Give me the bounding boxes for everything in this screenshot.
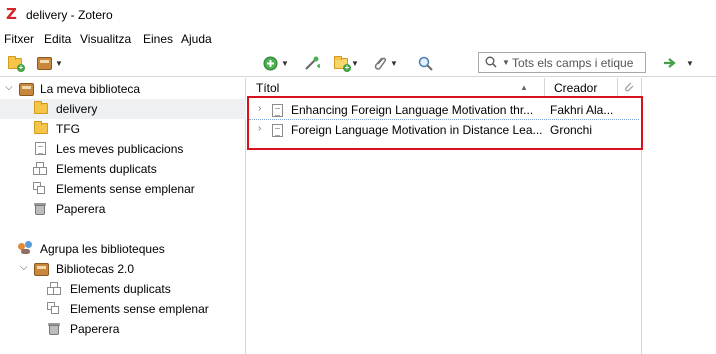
menu-bar: Fitxer Edita Visualitza Eines Ajuda [0,30,716,49]
add-attachment-button[interactable]: ▼ [373,54,398,72]
tree-item-label: Elements duplicats [70,282,171,296]
magnifier-icon [418,56,433,71]
tree-item-label: Paperera [70,322,120,336]
group-icon [18,241,32,254]
chevron-down-icon[interactable]: ⌵ [5,82,15,93]
column-header-creator[interactable]: Creador [546,78,618,98]
chevron-down-icon[interactable]: ⌵ [20,262,30,273]
tree-item-trash[interactable]: Paperera [0,199,246,219]
new-item-icon [263,56,278,70]
sort-ascending-icon: ▲ [520,83,528,92]
folder-icon [34,101,48,115]
unfiled-icon [47,302,61,314]
search-input[interactable] [512,55,642,71]
new-library-button[interactable]: ▼ [37,54,63,72]
tree-item-my-library[interactable]: ⌵ La meva biblioteca [0,79,246,99]
tree-item-label: Paperera [56,202,106,216]
advanced-search-button[interactable] [418,54,433,72]
chevron-down-icon: ▼ [281,58,289,68]
tree-item-duplicates[interactable]: Elements duplicats [0,159,246,179]
tree-item-label: Elements duplicats [56,162,157,176]
menu-tools[interactable]: Eines [143,32,173,46]
tree-item-group-trash[interactable]: Paperera [0,319,246,339]
locate-button[interactable]: ▼ [663,54,694,72]
menu-file[interactable]: Fitxer [4,32,34,46]
window-title: delivery - Zotero [26,8,113,22]
highlight-box [247,96,643,150]
new-item-button[interactable]: ▼ [263,54,289,72]
chevron-down-icon: ▼ [55,58,63,68]
new-collection-icon: + [8,55,25,72]
tree-item-group-duplicates[interactable]: Elements duplicats [0,279,246,299]
new-note-icon: + [334,55,351,72]
new-library-icon [37,56,52,70]
search-box: ▼ [478,52,646,73]
add-by-identifier-button[interactable] [304,54,320,72]
tree-item-group-libraries[interactable]: Agrupa les biblioteques [0,239,246,259]
tree-item-label: Bibliotecas 2.0 [56,262,135,276]
folder-icon [34,121,48,135]
duplicate-icon [33,162,47,175]
paperclip-icon [625,82,634,92]
chevron-down-icon: ▼ [390,58,398,68]
chevron-down-icon: ▼ [686,58,694,68]
magic-wand-icon [305,56,320,70]
tree-item-label: Les meves publicacions [56,142,184,156]
search-mode-dropdown-icon[interactable]: ▼ [502,58,510,67]
search-icon [485,56,497,68]
tree-item-delivery[interactable]: delivery [0,99,246,119]
menu-edit[interactable]: Edita [44,32,71,46]
tree-item-group-unfiled[interactable]: Elements sense emplenar [0,299,246,319]
column-header-attachments[interactable] [619,78,642,98]
unfiled-icon [33,182,47,194]
column-header-title[interactable]: Títol ▲ [247,78,545,98]
green-arrow-icon [664,58,676,68]
tree-item-label: La meva biblioteca [40,82,141,96]
trash-icon [34,202,48,215]
tree-item-tfg[interactable]: TFG [0,119,246,139]
duplicate-icon [47,282,61,295]
tree-item-label: Elements sense emplenar [56,182,195,196]
menu-help[interactable]: Ajuda [181,32,212,46]
collections-pane: ⌵ La meva biblioteca delivery TFG Les me… [0,78,246,354]
tree-item-label: TFG [56,122,80,136]
column-label: Creador [554,81,598,95]
menu-view[interactable]: Visualitza [80,32,131,46]
title-bar: Z delivery - Zotero [0,0,716,30]
tree-item-label: delivery [56,102,98,116]
library-icon [19,83,34,96]
chevron-down-icon: ▼ [351,58,359,68]
new-note-button[interactable]: + ▼ [334,54,359,72]
tree-item-label: Agrupa les biblioteques [40,242,165,256]
trash-icon [48,322,62,335]
new-collection-button[interactable]: + [8,54,25,72]
library-icon [34,263,49,276]
column-label: Títol [256,81,280,95]
paperclip-icon [374,57,387,70]
document-icon [35,142,49,155]
tree-item-bibliotecas[interactable]: ⌵ Bibliotecas 2.0 [0,259,246,279]
tree-item-my-publications[interactable]: Les meves publicacions [0,139,246,159]
tree-item-label: Elements sense emplenar [70,302,209,316]
zotero-logo-icon: Z [6,5,17,23]
tree-item-unfiled[interactable]: Elements sense emplenar [0,179,246,199]
